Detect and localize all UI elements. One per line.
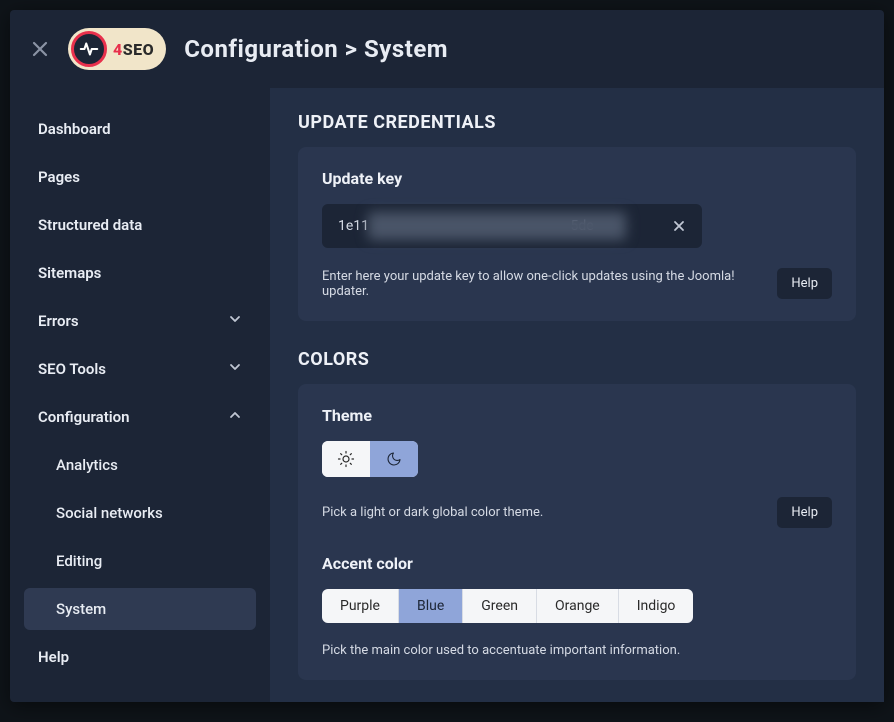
sidebar-item-label: Social networks: [56, 504, 163, 522]
sidebar-item-seo-tools[interactable]: SEO Tools: [24, 348, 256, 390]
sidebar-item-editing[interactable]: Editing: [24, 540, 256, 582]
accent-orange-button[interactable]: Orange: [537, 589, 619, 623]
sidebar-item-label: SEO Tools: [38, 360, 106, 378]
clear-button[interactable]: [656, 219, 702, 233]
accent-blue-button[interactable]: Blue: [399, 589, 463, 623]
chevron-up-icon: [228, 408, 242, 426]
field-label-update-key: Update key: [322, 169, 832, 188]
sidebar: Dashboard Pages Structured data Sitemaps…: [10, 88, 270, 702]
header: 4SEO Configuration > System: [10, 10, 884, 88]
sidebar-item-system[interactable]: System: [24, 588, 256, 630]
sidebar-item-dashboard[interactable]: Dashboard: [24, 108, 256, 150]
section-title-colors: COLORS: [298, 349, 856, 370]
update-key-input[interactable]: 1e11 xxxxxxxxxxxxxxxxxxxxxxxxxxxx 5de: [322, 204, 656, 248]
help-row-theme: Pick a light or dark global color theme.…: [322, 497, 832, 528]
field-label-theme: Theme: [322, 406, 832, 425]
field-label-accent: Accent color: [322, 554, 832, 573]
sidebar-item-label: Editing: [56, 552, 102, 570]
accent-indigo-button[interactable]: Indigo: [619, 589, 694, 623]
help-text: Enter here your update key to allow one-…: [322, 269, 761, 299]
breadcrumb: Configuration > System: [184, 35, 448, 63]
sidebar-item-pages[interactable]: Pages: [24, 156, 256, 198]
help-button[interactable]: Help: [777, 268, 832, 299]
help-button[interactable]: Help: [777, 497, 832, 528]
sidebar-item-analytics[interactable]: Analytics: [24, 444, 256, 486]
sidebar-item-structured-data[interactable]: Structured data: [24, 204, 256, 246]
sidebar-item-social-networks[interactable]: Social networks: [24, 492, 256, 534]
section-title-update: UPDATE CREDENTIALS: [298, 112, 856, 133]
sidebar-item-label: Configuration: [38, 408, 130, 426]
panel-update-key: Update key 1e11 xxxxxxxxxxxxxxxxxxxxxxxx…: [298, 147, 856, 321]
theme-toggle: [322, 441, 418, 477]
panel-colors: Theme Pick a light or dark global color …: [298, 384, 856, 680]
chevron-down-icon: [228, 312, 242, 330]
close-icon: [672, 219, 686, 233]
main-content: UPDATE CREDENTIALS Update key 1e11 xxxxx…: [270, 88, 884, 702]
sidebar-item-label: Dashboard: [38, 120, 111, 138]
sidebar-item-label: Pages: [38, 168, 80, 186]
theme-dark-button[interactable]: [370, 441, 418, 477]
sidebar-item-configuration[interactable]: Configuration: [24, 396, 256, 438]
sidebar-item-label: Help: [38, 648, 69, 666]
logo-text: 4SEO: [113, 40, 154, 59]
chevron-down-icon: [228, 360, 242, 378]
accent-purple-button[interactable]: Purple: [322, 589, 399, 623]
update-key-suffix: 5de: [570, 218, 593, 234]
help-text: Pick the main color used to accentuate i…: [322, 643, 680, 658]
accent-color-group: Purple Blue Green Orange Indigo: [322, 589, 693, 623]
update-key-prefix: 1e11: [338, 218, 369, 234]
sidebar-item-label: Errors: [38, 312, 79, 330]
sidebar-item-label: Structured data: [38, 216, 142, 234]
update-key-input-wrapper: 1e11 xxxxxxxxxxxxxxxxxxxxxxxxxxxx 5de: [322, 204, 702, 248]
sidebar-item-sitemaps[interactable]: Sitemaps: [24, 252, 256, 294]
accent-green-button[interactable]: Green: [463, 589, 537, 623]
sun-icon: [337, 450, 355, 468]
close-icon: [30, 39, 50, 59]
body: Dashboard Pages Structured data Sitemaps…: [10, 88, 884, 702]
sidebar-item-help[interactable]: Help: [24, 636, 256, 678]
sidebar-item-errors[interactable]: Errors: [24, 300, 256, 342]
logo: 4SEO: [68, 28, 166, 70]
help-text: Pick a light or dark global color theme.: [322, 505, 543, 520]
theme-light-button[interactable]: [322, 441, 370, 477]
close-button[interactable]: [30, 39, 50, 59]
logo-pulse-icon: [71, 31, 107, 67]
sidebar-item-label: Analytics: [56, 456, 118, 474]
sidebar-item-label: Sitemaps: [38, 264, 101, 282]
app-window: 4SEO Configuration > System Dashboard Pa…: [10, 10, 884, 702]
help-row: Enter here your update key to allow one-…: [322, 268, 832, 299]
moon-icon: [386, 451, 402, 467]
help-row-accent: Pick the main color used to accentuate i…: [322, 643, 832, 658]
sidebar-item-label: System: [56, 600, 106, 618]
